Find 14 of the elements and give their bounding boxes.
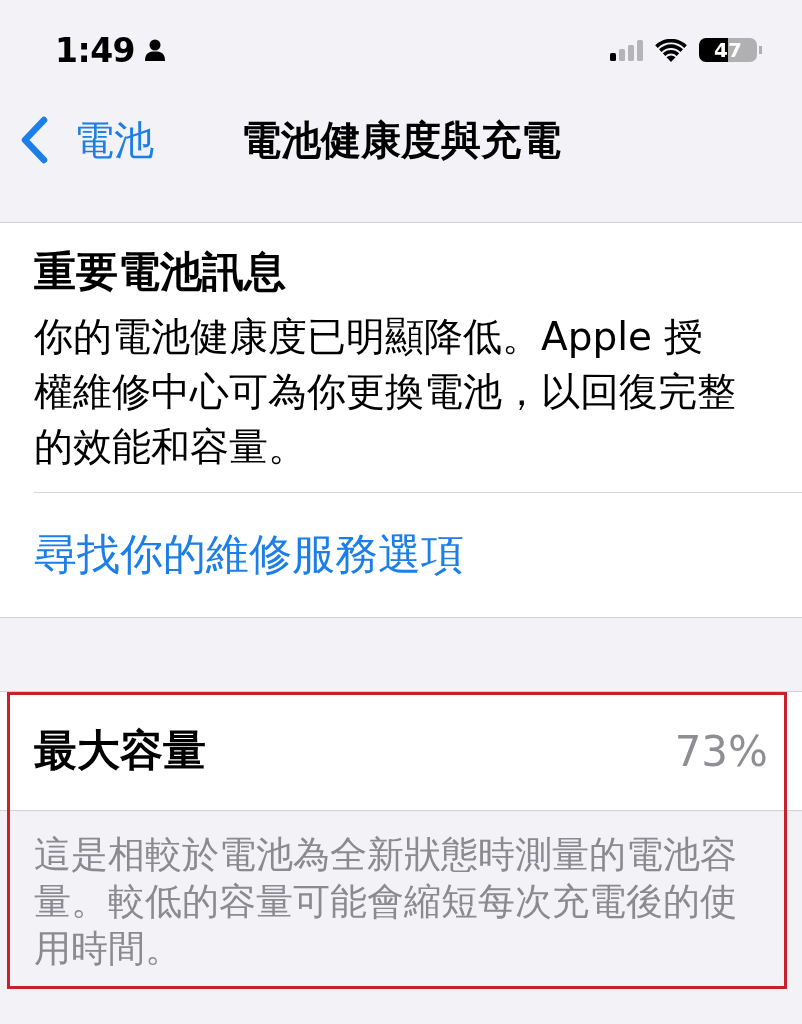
back-button[interactable]: 電池 <box>0 112 154 168</box>
service-options-link[interactable]: 尋找你的維修服務選項 <box>34 526 464 584</box>
back-chevron-icon <box>20 116 48 164</box>
capacity-value: 73% <box>674 726 768 776</box>
signal-icon <box>610 39 643 61</box>
notice-title: 重要電池訊息 <box>34 246 287 298</box>
capacity-description: 這是相較於電池為全新狀態時測量的電池容量。較低的容量可能會縮短每次充電後的使用時間。 <box>33 832 738 972</box>
person-icon <box>145 39 166 61</box>
page-title: 電池健康度與充電 <box>241 115 561 165</box>
battery-indicator: 47 <box>699 38 762 62</box>
wifi-icon <box>655 38 687 62</box>
status-time: 1:49 <box>55 30 136 70</box>
capacity-label: 最大容量 <box>34 724 206 777</box>
notice-message: 你的電池健康度已明顯降低。Apple 授權維修中心可為你更換電池，以回復完整的效能和容量。 <box>34 313 737 471</box>
